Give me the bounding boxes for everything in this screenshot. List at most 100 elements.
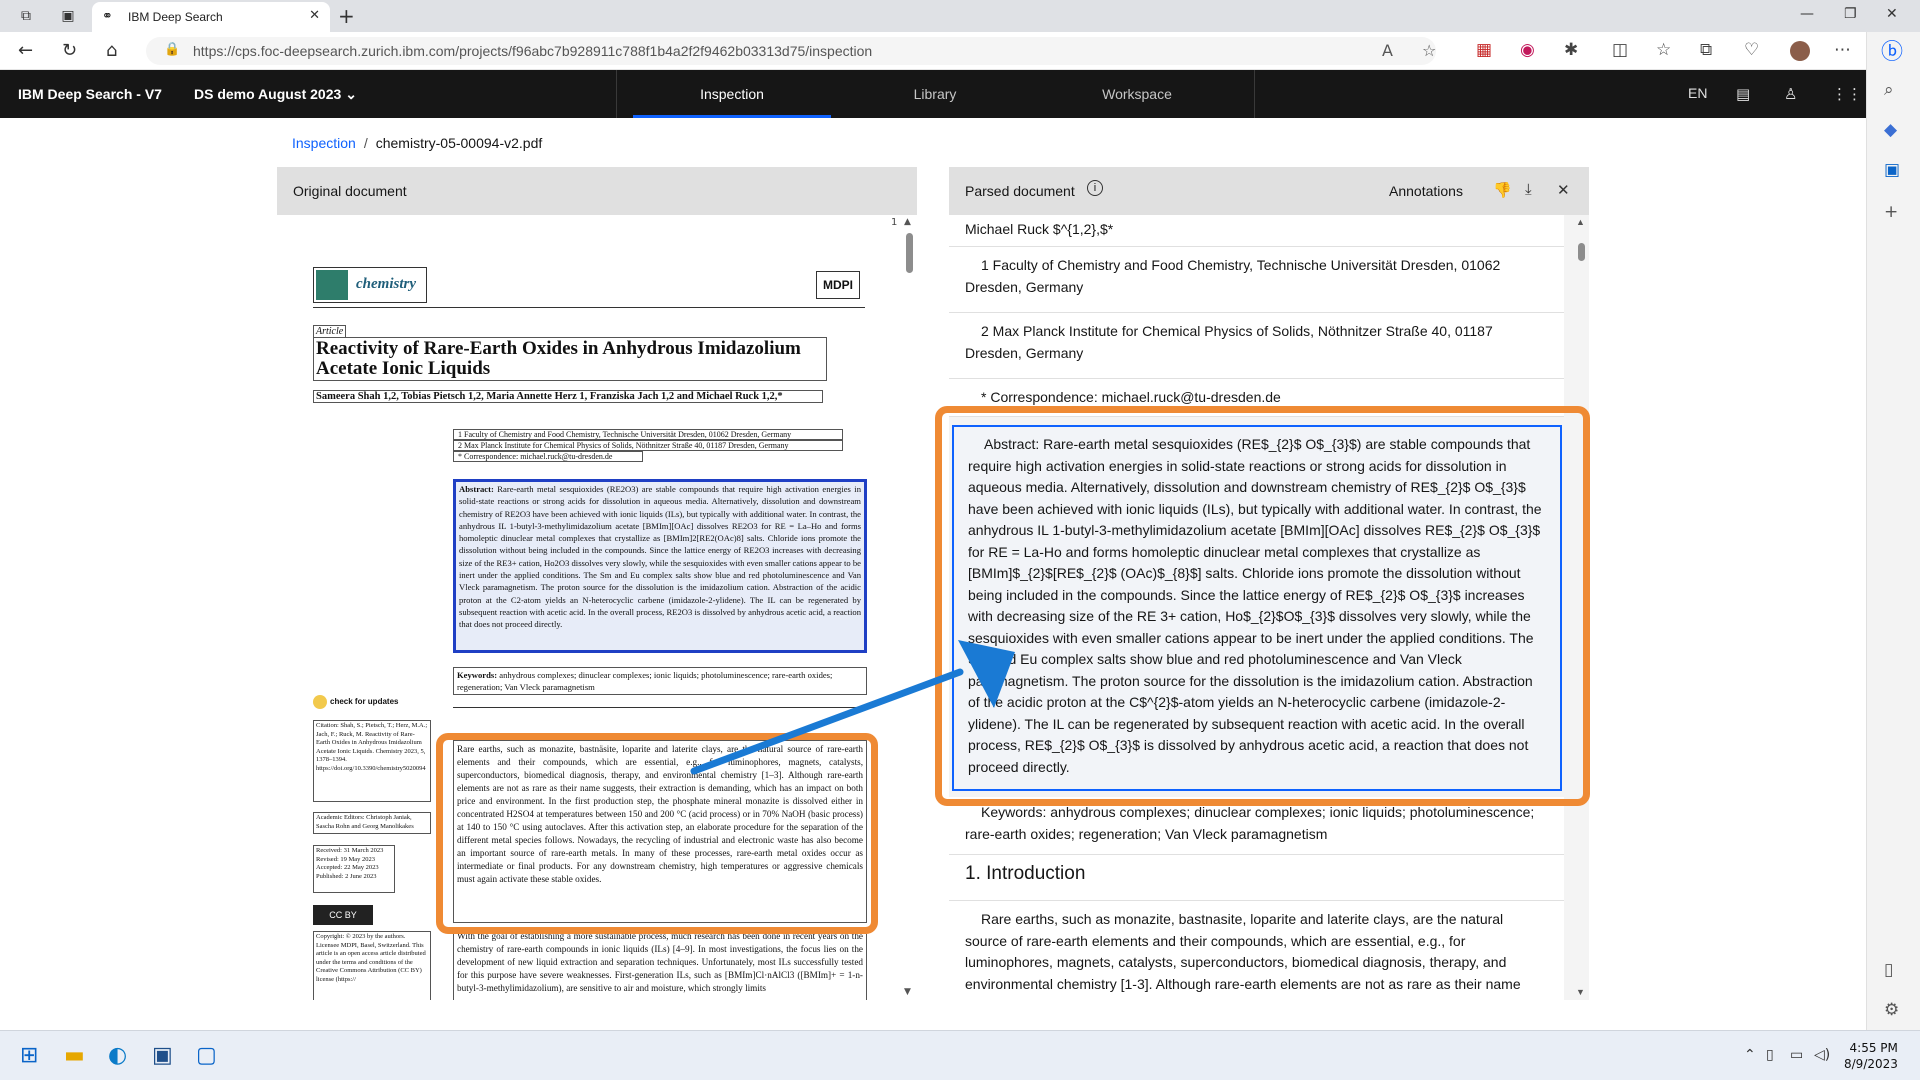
- scroll-thumb[interactable]: [1578, 243, 1585, 261]
- network-icon[interactable]: ▭: [1790, 1047, 1803, 1063]
- app-window-icon[interactable]: ▢: [196, 1043, 217, 1068]
- dates-block[interactable]: Received: 31 March 2023 Revised: 19 May …: [313, 845, 395, 893]
- copyright-block[interactable]: Copyright: © 2023 by the authors. Licens…: [313, 931, 431, 1000]
- close-tab-icon[interactable]: ✕: [309, 8, 320, 23]
- keywords-label: Keywords:: [457, 670, 498, 680]
- app-brand[interactable]: IBM Deep Search - V7: [18, 86, 162, 102]
- intro-paragraph-2[interactable]: With the goal of establishing a more sus…: [453, 927, 867, 1000]
- extension-icon[interactable]: ◉: [1520, 40, 1535, 60]
- scroll-up-icon[interactable]: ▲: [904, 217, 911, 227]
- windows-start-icon[interactable]: ⊞: [20, 1043, 38, 1068]
- project-selector[interactable]: DS demo August 2023 ⌄: [194, 86, 357, 103]
- extensions-puzzle-icon[interactable]: ✱: [1564, 40, 1578, 60]
- split-screen-icon[interactable]: ◫: [1612, 40, 1628, 60]
- edge-browser-icon[interactable]: ◐: [108, 1043, 127, 1068]
- tab-inspection[interactable]: Inspection: [633, 70, 831, 118]
- store-icon[interactable]: ▣: [152, 1043, 173, 1068]
- read-aloud-icon[interactable]: A: [1382, 41, 1393, 60]
- extension-calendar-icon[interactable]: ▦: [1476, 40, 1492, 60]
- refresh-icon[interactable]: ↻: [62, 40, 77, 61]
- parsed-block-affiliation-2[interactable]: 2 Max Planck Institute for Chemical Phys…: [949, 313, 1564, 379]
- parsed-block-heading[interactable]: 1. Introduction: [949, 855, 1564, 901]
- scroll-down-icon[interactable]: ▼: [1576, 987, 1585, 997]
- publisher-logo: MDPI: [816, 271, 860, 299]
- sidebar-app-icon[interactable]: ◆: [1884, 120, 1897, 140]
- check-for-updates-badge: check for updates: [313, 695, 398, 709]
- parsed-document-header: Parsed document i Annotations 👎 ⤓ ✕: [949, 167, 1589, 215]
- volume-icon[interactable]: ◁): [1814, 1047, 1830, 1063]
- home-icon[interactable]: ⌂: [106, 40, 117, 61]
- highlight-parsed-abstract: [935, 406, 1590, 806]
- scroll-thumb[interactable]: [906, 233, 913, 273]
- tab-actions-icon[interactable]: ▣: [58, 6, 78, 26]
- check-updates-text: check for updates: [330, 697, 399, 707]
- browser-tab[interactable]: ⚭ IBM Deep Search ✕: [92, 2, 330, 32]
- browser-essentials-icon[interactable]: ♡: [1744, 40, 1759, 60]
- profile-avatar[interactable]: [1790, 41, 1810, 61]
- restore-icon[interactable]: ❐: [1844, 6, 1857, 22]
- app-switcher-icon[interactable]: ⋮⋮: [1832, 85, 1862, 103]
- address-bar: ← ↻ ⌂ 🔒 https://cps.foc-deepsearch.zuric…: [0, 32, 1920, 70]
- parsed-block-authors[interactable]: Michael Ruck $^{1,2},$*: [949, 215, 1564, 247]
- url-field[interactable]: 🔒 https://cps.foc-deepsearch.zurich.ibm.…: [146, 37, 1436, 65]
- parsed-block-affiliation-1[interactable]: 1 Faculty of Chemistry and Food Chemistr…: [949, 247, 1564, 313]
- url-text[interactable]: https://cps.foc-deepsearch.zurich.ibm.co…: [193, 43, 872, 59]
- file-explorer-icon[interactable]: ▬: [64, 1043, 85, 1068]
- search-icon[interactable]: ⌕: [1884, 80, 1894, 100]
- parsed-block-intro[interactable]: Rare earths, such as monazite, bastnasit…: [949, 901, 1564, 1000]
- check-updates-icon: [313, 695, 327, 709]
- more-menu-icon[interactable]: ⋯: [1834, 40, 1851, 60]
- nav-divider: [616, 70, 617, 118]
- sidebar-toggle-icon[interactable]: ▯: [1884, 960, 1893, 980]
- keywords-block[interactable]: Keywords: anhydrous complexes; dinuclear…: [453, 667, 867, 695]
- breadcrumb-separator: /: [363, 135, 368, 151]
- clock-time: 4:55 PM: [1849, 1041, 1898, 1055]
- parsed-document-title: Parsed document: [965, 183, 1075, 199]
- affiliation-1: 1 Faculty of Chemistry and Food Chemistr…: [453, 429, 843, 440]
- cc-license-badge: CC BY: [313, 905, 373, 925]
- section-rule: [453, 707, 867, 708]
- thumbs-down-icon[interactable]: 👎: [1493, 181, 1512, 199]
- language-selector[interactable]: EN: [1688, 85, 1707, 101]
- system-clock[interactable]: 4:55 PM 8/9/2023: [1844, 1040, 1898, 1072]
- download-icon[interactable]: ⤓: [1525, 181, 1532, 198]
- add-sidebar-app-icon[interactable]: +: [1884, 202, 1898, 222]
- abstract-block-selected[interactable]: Abstract: Rare-earth metal sesquioxides …: [453, 479, 867, 653]
- tab-workspace[interactable]: Workspace: [1038, 70, 1236, 118]
- clock-date: 8/9/2023: [1844, 1057, 1898, 1071]
- minimize-icon[interactable]: —: [1800, 6, 1814, 22]
- user-icon[interactable]: ♙: [1784, 85, 1797, 103]
- tray-chevron-icon[interactable]: ⌃: [1744, 1047, 1756, 1063]
- info-icon[interactable]: i: [1087, 180, 1103, 196]
- settings-gear-icon[interactable]: ⚙: [1884, 1000, 1899, 1020]
- scroll-down-icon[interactable]: ▼: [904, 987, 911, 997]
- paper-authors: Sameera Shah 1,2, Tobias Pietsch 1,2, Ma…: [313, 390, 823, 403]
- header-rule: [313, 307, 865, 308]
- back-icon[interactable]: ←: [18, 40, 33, 61]
- workspaces-icon[interactable]: ⧉: [16, 6, 36, 26]
- favorite-star-icon[interactable]: ☆: [1422, 41, 1436, 60]
- citation-block[interactable]: Citation: Shah, S.; Pietsch, T.; Herz, M…: [313, 720, 431, 802]
- annotations-label[interactable]: Annotations: [1389, 183, 1463, 199]
- battery-icon[interactable]: ▯: [1766, 1047, 1774, 1063]
- tab-library[interactable]: Library: [836, 70, 1034, 118]
- scroll-up-icon[interactable]: ▲: [1576, 217, 1585, 227]
- collections-icon[interactable]: ⧉: [1700, 40, 1712, 60]
- chevron-down-icon: ⌄: [345, 86, 357, 102]
- paper-title: Reactivity of Rare-Earth Oxides in Anhyd…: [313, 337, 827, 381]
- copilot-icon[interactable]: ⓑ: [1881, 34, 1903, 66]
- lock-icon[interactable]: 🔒: [164, 42, 180, 57]
- favorites-icon[interactable]: ☆: [1656, 40, 1671, 60]
- new-tab-icon[interactable]: +: [338, 4, 355, 28]
- journal-name: chemistry: [356, 276, 416, 292]
- outlook-icon[interactable]: ▣: [1884, 160, 1900, 180]
- original-scrollbar[interactable]: ▲ ▼: [903, 215, 915, 1000]
- editors-block[interactable]: Academic Editors: Christoph Janiak, Sasc…: [313, 812, 431, 834]
- edge-sidebar: ⓑ ⌕ ◆ ▣ + ▯ ⚙: [1866, 32, 1920, 1030]
- project-name: DS demo August 2023: [194, 86, 342, 102]
- close-window-icon[interactable]: ✕: [1886, 6, 1898, 22]
- breadcrumb-inspection-link[interactable]: Inspection: [292, 135, 356, 151]
- calendar-icon[interactable]: ▤: [1736, 85, 1750, 103]
- section-heading: 1. Introduction: [965, 863, 1086, 884]
- close-icon[interactable]: ✕: [1557, 181, 1570, 199]
